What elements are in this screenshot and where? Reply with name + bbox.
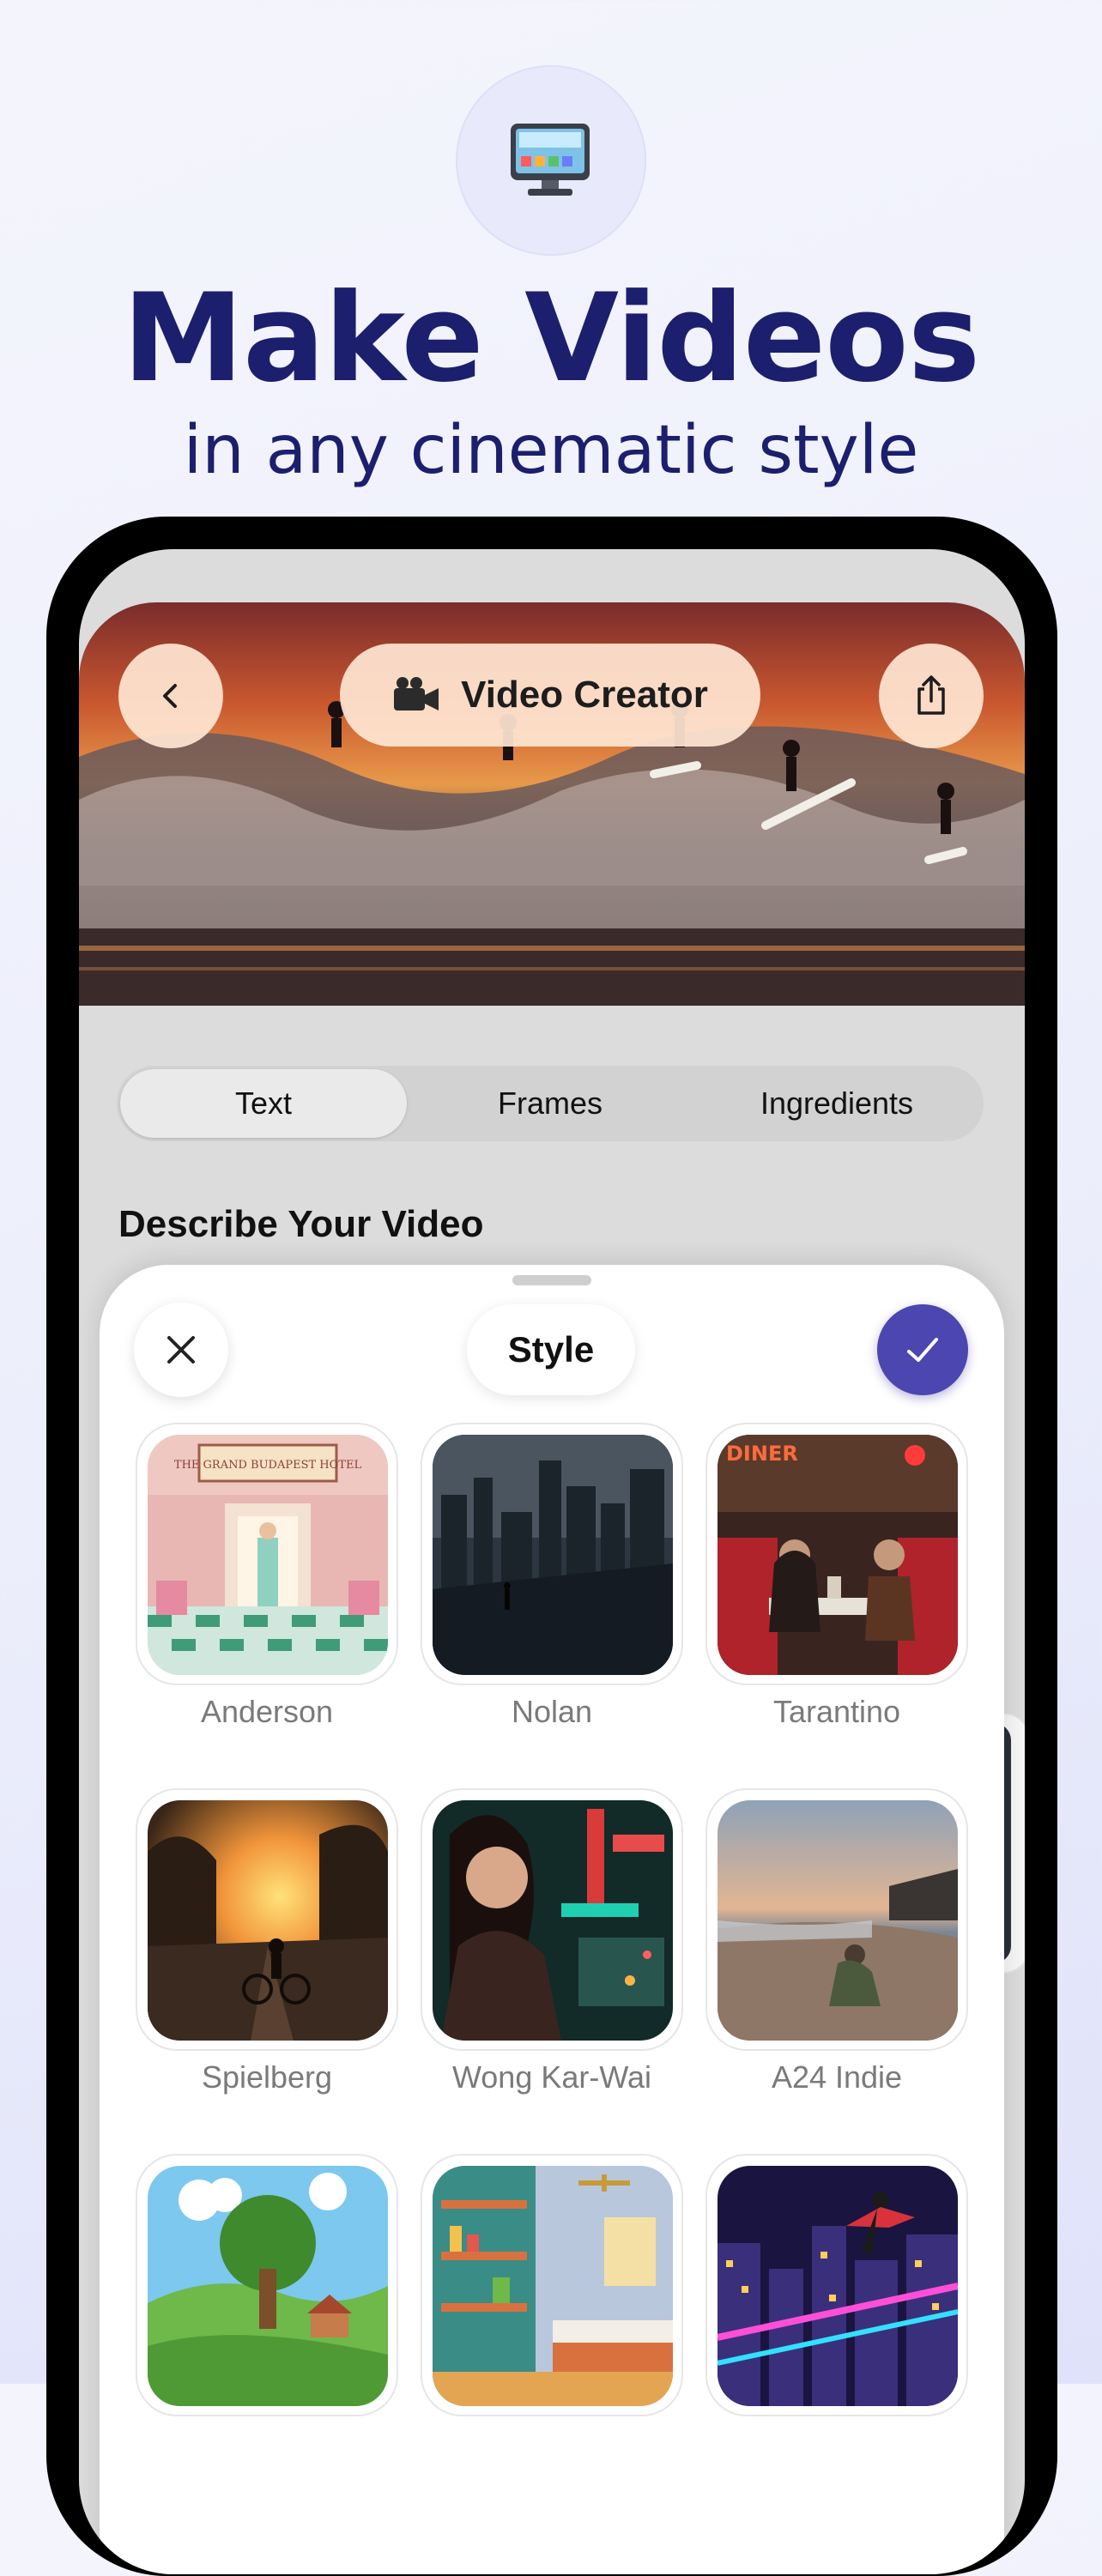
share-button[interactable]	[879, 644, 984, 748]
tv-icon	[511, 124, 590, 196]
sheet-drag-handle[interactable]	[512, 1275, 591, 1285]
style-card-anderson[interactable]: THE GRAND BUDAPEST HOTEL	[136, 1423, 398, 1685]
style-label-wong-kar-wai: Wong Kar-Wai	[451, 2059, 652, 2095]
hero-subtitle: in any cinematic style	[183, 412, 919, 489]
anderson-sign-text: THE GRAND BUDAPEST HOTEL	[174, 1459, 362, 1472]
style-card-spielberg[interactable]	[136, 1788, 398, 2051]
style-card-tarantino[interactable]: DINER	[705, 1423, 968, 1685]
hero-icon-badge	[456, 65, 646, 256]
section-title: Describe Your Video	[118, 1203, 484, 1245]
close-button[interactable]	[134, 1303, 228, 1397]
sheet-title: Style	[467, 1304, 635, 1395]
style-card-wong-kar-wai[interactable]	[421, 1788, 683, 2051]
nolan-thumbnail	[433, 1435, 673, 1675]
share-icon	[917, 675, 945, 715]
style-label-nolan: Nolan	[511, 1694, 593, 1729]
checkmark-icon	[907, 1338, 938, 1362]
style-card-a24-indie[interactable]	[705, 1788, 968, 2051]
confirm-button[interactable]	[877, 1304, 968, 1395]
anderson-thumbnail: THE GRAND BUDAPEST HOTEL	[148, 1435, 388, 1675]
back-button[interactable]	[118, 644, 223, 748]
app-title-pill: Video Creator	[340, 644, 760, 747]
kids-room-thumbnail	[433, 2166, 673, 2406]
style-card-9[interactable]	[705, 2154, 968, 2416]
animated-landscape-thumbnail	[148, 2166, 388, 2406]
style-label-a24-indie: A24 Indie	[771, 2059, 903, 2095]
video-camera-icon	[394, 677, 439, 711]
comic-city-thumbnail	[718, 2166, 958, 2406]
style-card-7[interactable]	[136, 2154, 398, 2416]
close-icon	[167, 1336, 195, 1364]
a24-indie-thumbnail	[718, 1800, 958, 2041]
tab-text[interactable]: Text	[120, 1069, 407, 1138]
tab-ingredients[interactable]: Ingredients	[693, 1069, 980, 1138]
hero-title: Make Videos	[122, 268, 981, 409]
tab-frames[interactable]: Frames	[407, 1069, 693, 1138]
style-label-spielberg: Spielberg	[201, 2059, 333, 2095]
app-title: Video Creator	[461, 674, 708, 716]
tarantino-sign-text: DINER	[726, 1442, 798, 1466]
phone-frame: Video Creator Text Frames Ingredients De…	[46, 517, 1057, 2576]
style-sheet: Style THE GRAND BUDAPEST HOTEL Anderson …	[100, 1265, 1004, 2574]
style-label-tarantino: Tarantino	[772, 1694, 901, 1729]
app-screen: Video Creator Text Frames Ingredients De…	[79, 549, 1025, 2574]
style-card-nolan[interactable]	[421, 1423, 683, 1685]
chevron-left-icon	[163, 684, 177, 708]
spielberg-thumbnail	[148, 1800, 388, 2041]
style-label-anderson: Anderson	[200, 1694, 334, 1729]
style-card-8[interactable]	[421, 2154, 683, 2416]
mode-tabs: Text Frames Ingredients	[117, 1066, 984, 1141]
tarantino-thumbnail: DINER	[718, 1435, 958, 1675]
wong-kar-wai-thumbnail	[433, 1800, 673, 2041]
